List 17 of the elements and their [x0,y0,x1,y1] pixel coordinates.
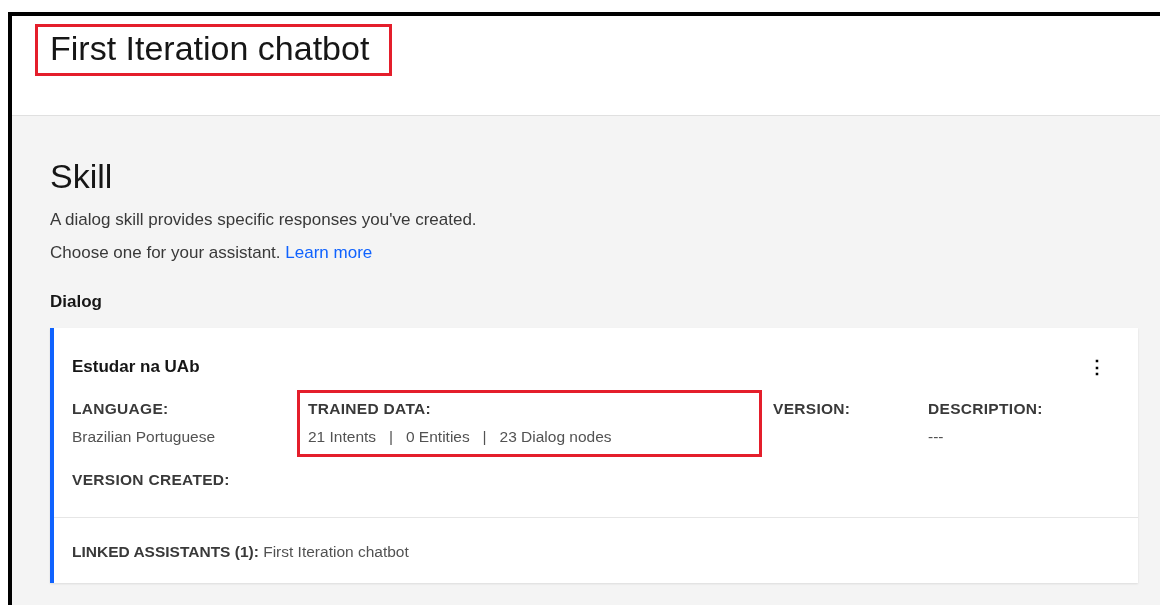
group-title: Dialog [50,290,103,313]
learn-more-link[interactable]: Learn more [285,242,373,262]
field-label: VERSION CREATED: [72,470,231,491]
field-value: 21 Intents | 0 Entities | 23 Dialog nodes [308,427,613,448]
field-label: DESCRIPTION: [928,398,1044,419]
section-title: Skill [50,156,114,197]
prompt-text: Choose one for your assistant. [50,242,281,262]
linked-assistants-text: LINKED ASSISTANTS (1): First Iteration chatbot [72,541,410,562]
field-value: --- [928,427,945,448]
field-label: VERSION: [773,398,852,419]
field-label: TRAINED DATA: [308,398,432,419]
overflow-menu-button[interactable]: ⋮ [1084,358,1110,377]
description-text: A dialog skill provides specific responses you've created. [50,208,478,231]
page-title: First Iteration chatbot [35,24,393,77]
field-label: LANGUAGE: [72,398,170,419]
skill-name: Estudar na UAb [72,356,200,379]
field-value: Brazilian Portuguese [72,427,217,448]
